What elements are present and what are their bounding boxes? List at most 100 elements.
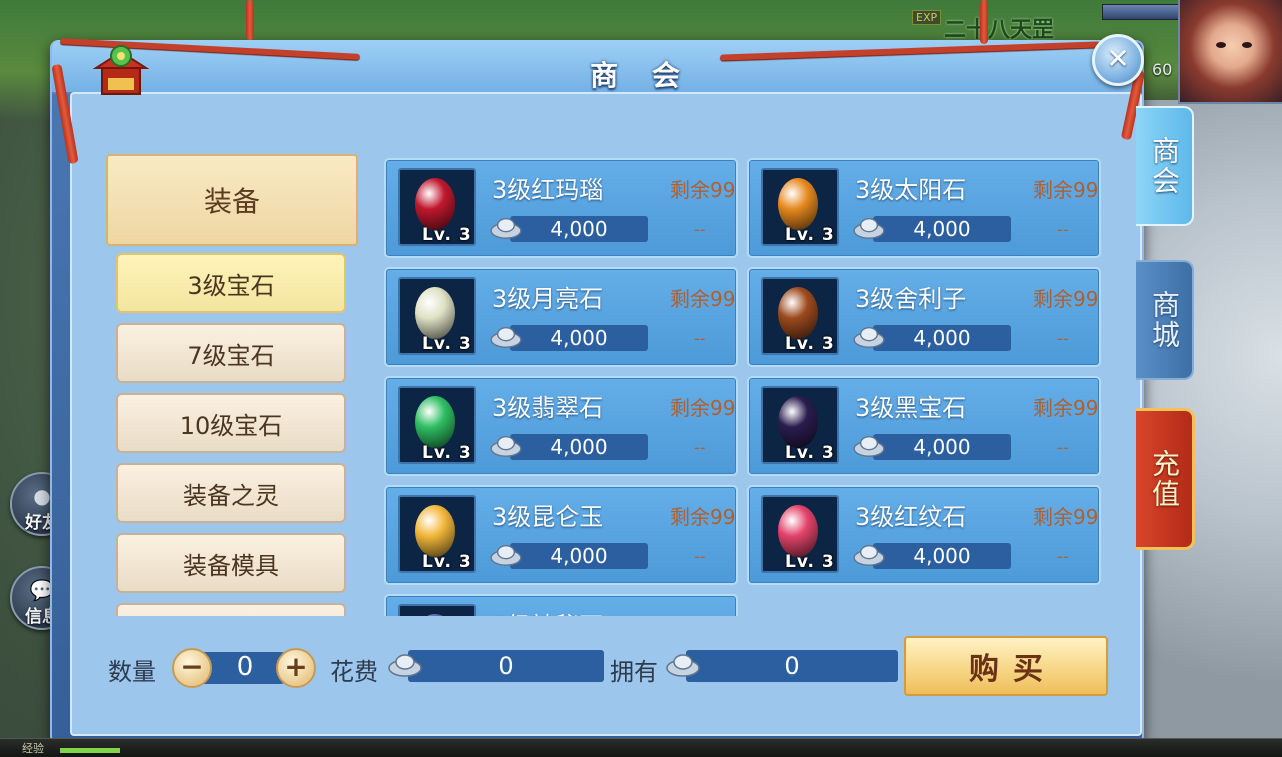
item-dash: -- [694,220,706,239]
gem-shape [778,178,818,230]
price-field: 4,000 [510,543,648,569]
gem-shape [415,505,455,557]
buy-button[interactable]: 购买 [904,636,1108,696]
gem-icon: Lv. 3 [398,168,476,246]
item-dash: -- [694,438,706,457]
item-dash: -- [1057,438,1069,457]
item-price: 4,000 [550,217,608,241]
close-button[interactable]: ✕ [1092,34,1144,86]
silver-ingot-icon [853,544,885,566]
gem-shape [778,505,818,557]
item-stock: 剩余99 [1033,505,1099,529]
item-name: 3级翡翠石 [492,394,604,422]
silver-ingot-icon [490,217,522,239]
item-price: 4,000 [550,326,608,350]
exp-label: 经验 [22,742,44,755]
quantity-value[interactable]: 0 [222,652,268,682]
avatar-eye [1216,42,1226,48]
quantity-label: 数量 [108,658,156,686]
item-name: 3级黑宝石 [855,394,967,422]
price-field: 4,000 [873,216,1011,242]
item-name: 3级舍利子 [855,285,967,313]
item-name: 3级红玛瑙 [492,176,604,204]
item-stock: 剩余99 [1033,178,1099,202]
item-name: 3级昆仑玉 [492,503,604,531]
item-stock: 剩余99 [670,505,736,529]
decrease-button[interactable]: − [172,648,212,688]
gem-icon: Lv. 3 [398,495,476,573]
item-name: 3级月亮石 [492,285,604,313]
gem-icon: Lv. 3 [398,277,476,355]
product-card[interactable]: Lv. 3 3级昆仑玉 剩余99 4,000 -- [384,485,738,585]
product-card[interactable]: Lv. 33级神秘石剩余994,000-- [384,594,738,616]
item-price: 4,000 [913,326,971,350]
item-stock: 剩余99 [1033,287,1099,311]
item-price: 4,000 [913,217,971,241]
close-icon: ✕ [1106,42,1130,75]
item-level: Lv. 3 [422,552,472,572]
gem-shape [415,614,455,616]
silver-ingot-icon [490,326,522,348]
item-level: Lv. 3 [422,225,472,245]
gem-icon: Lv. 3 [398,604,476,616]
category-header-equipment[interactable]: 装备 [106,154,358,246]
gem-shape [778,287,818,339]
silver-ingot-icon [490,544,522,566]
item-level: Lv. 3 [785,552,835,572]
item-dash: -- [1057,329,1069,348]
item-stock: 剩余99 [670,610,735,616]
product-card[interactable]: Lv. 3 3级舍利子 剩余99 4,000 -- [747,267,1101,367]
item-price: 4,000 [550,435,608,459]
item-name: 3级神秘石 [492,606,603,616]
price-field: 4,000 [510,434,648,460]
item-stock: 剩余99 [670,287,736,311]
owned-label: 拥有 [610,658,658,686]
tab-recharge[interactable]: 充值 [1136,408,1195,550]
product-grid[interactable]: Lv. 3 3级红玛瑙 剩余99 4,000 -- Lv. 3 3级太阳石 剩余99 4,000… [380,154,1110,616]
item-level: Lv. 3 [785,225,835,245]
item-price: 4,000 [550,544,608,568]
product-card[interactable]: Lv. 3 3级红玛瑙 剩余99 4,000 -- [384,158,738,258]
silver-ingot-icon [853,326,885,348]
category-item[interactable]: 3级宝石 [116,253,346,313]
price-field: 4,000 [510,325,648,351]
bottom-status-bar [0,738,1282,757]
product-card[interactable]: Lv. 3 3级黑宝石 剩余99 4,000 -- [747,376,1101,476]
ribbon-knot [246,0,254,40]
product-card[interactable]: Lv. 3 3级太阳石 剩余99 4,000 -- [747,158,1101,258]
category-item[interactable] [116,603,346,616]
product-card[interactable]: Lv. 3 3级月亮石 剩余99 4,000 -- [384,267,738,367]
gem-icon: Lv. 3 [761,277,839,355]
gem-icon: Lv. 3 [761,495,839,573]
cost-value: 0 [498,652,514,680]
item-dash: -- [1057,547,1069,566]
item-level: Lv. 3 [422,443,472,463]
item-stock: 剩余99 [670,178,736,202]
gem-shape [415,287,455,339]
item-stock: 剩余99 [1033,396,1099,420]
category-item[interactable]: 装备之灵 [116,463,346,523]
gem-shape [415,178,455,230]
item-name: 3级红纹石 [855,503,967,531]
item-level: Lv. 3 [422,334,472,354]
category-item[interactable]: 10级宝石 [116,393,346,453]
category-list[interactable]: 3级宝石 7级宝石 10级宝石 装备之灵 装备模具 [100,250,370,616]
window-title: 商 会 [590,59,692,92]
tab-chamber[interactable]: 商会 [1136,106,1194,226]
category-item[interactable]: 7级宝石 [116,323,346,383]
owned-value: 0 [784,652,800,680]
cost-label: 花费 [330,658,378,686]
item-name: 3级太阳石 [855,176,967,204]
product-card[interactable]: Lv. 3 3级红纹石 剩余99 4,000 -- [747,485,1101,585]
exp-tag: EXP [912,10,942,25]
gem-shape [415,396,455,448]
item-level: Lv. 3 [785,443,835,463]
price-field: 4,000 [873,325,1011,351]
product-card[interactable]: Lv. 3 3级翡翠石 剩余99 4,000 -- [384,376,738,476]
tab-mall[interactable]: 商城 [1136,260,1194,380]
category-item[interactable]: 装备模具 [116,533,346,593]
item-stock: 剩余99 [670,396,736,420]
item-dash: -- [694,547,706,566]
increase-button[interactable]: + [276,648,316,688]
price-field: 4,000 [510,216,648,242]
